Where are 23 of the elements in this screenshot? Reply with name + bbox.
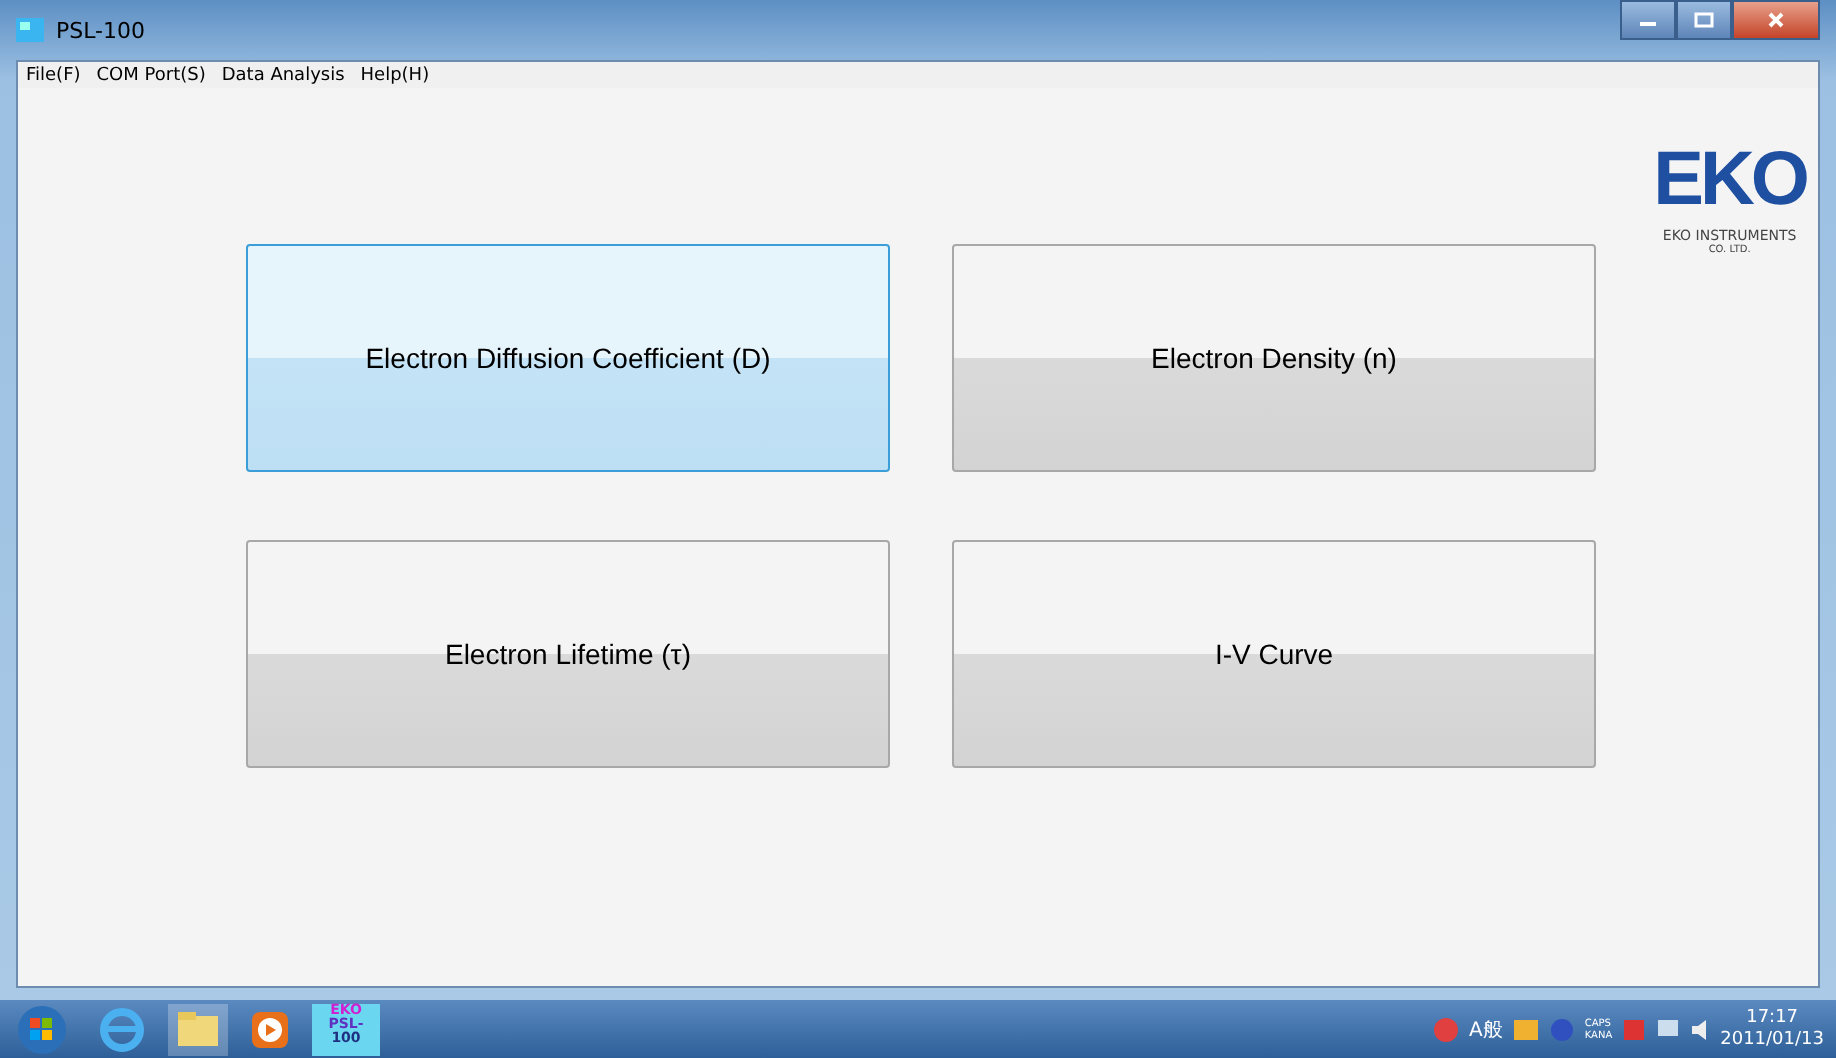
- menu-item[interactable]: Data Analysis: [221, 65, 345, 85]
- clock[interactable]: 17:17 2011/01/13: [1720, 1007, 1824, 1051]
- maximize-icon: [1694, 12, 1714, 28]
- ime-indicator[interactable]: A般: [1469, 1015, 1503, 1043]
- tray-icon[interactable]: [1512, 1015, 1541, 1043]
- close-button[interactable]: [1732, 0, 1820, 40]
- mode-button[interactable]: I-V Curve: [952, 540, 1596, 768]
- app-icon: [16, 18, 44, 42]
- browser-icon[interactable]: [96, 1005, 148, 1053]
- close-icon: [1766, 12, 1786, 28]
- minimize-button[interactable]: [1620, 0, 1676, 40]
- menu-item[interactable]: Help(H): [360, 65, 430, 85]
- folder-icon[interactable]: [168, 1003, 228, 1055]
- mode-button[interactable]: Electron Lifetime (τ): [246, 540, 890, 768]
- mode-button[interactable]: Electron Density (n): [952, 244, 1596, 472]
- mode-button[interactable]: Electron Diffusion Coefficient (D): [246, 244, 890, 472]
- menu-item[interactable]: File(F): [26, 65, 81, 85]
- window-title: PSL-100: [56, 17, 146, 43]
- maximize-button[interactable]: [1676, 0, 1732, 40]
- media-player-icon[interactable]: [248, 1007, 292, 1051]
- speaker-icon[interactable]: [1690, 1017, 1711, 1041]
- menu-item[interactable]: COM Port(S): [96, 65, 206, 85]
- logo-mark: EKO: [1653, 140, 1806, 220]
